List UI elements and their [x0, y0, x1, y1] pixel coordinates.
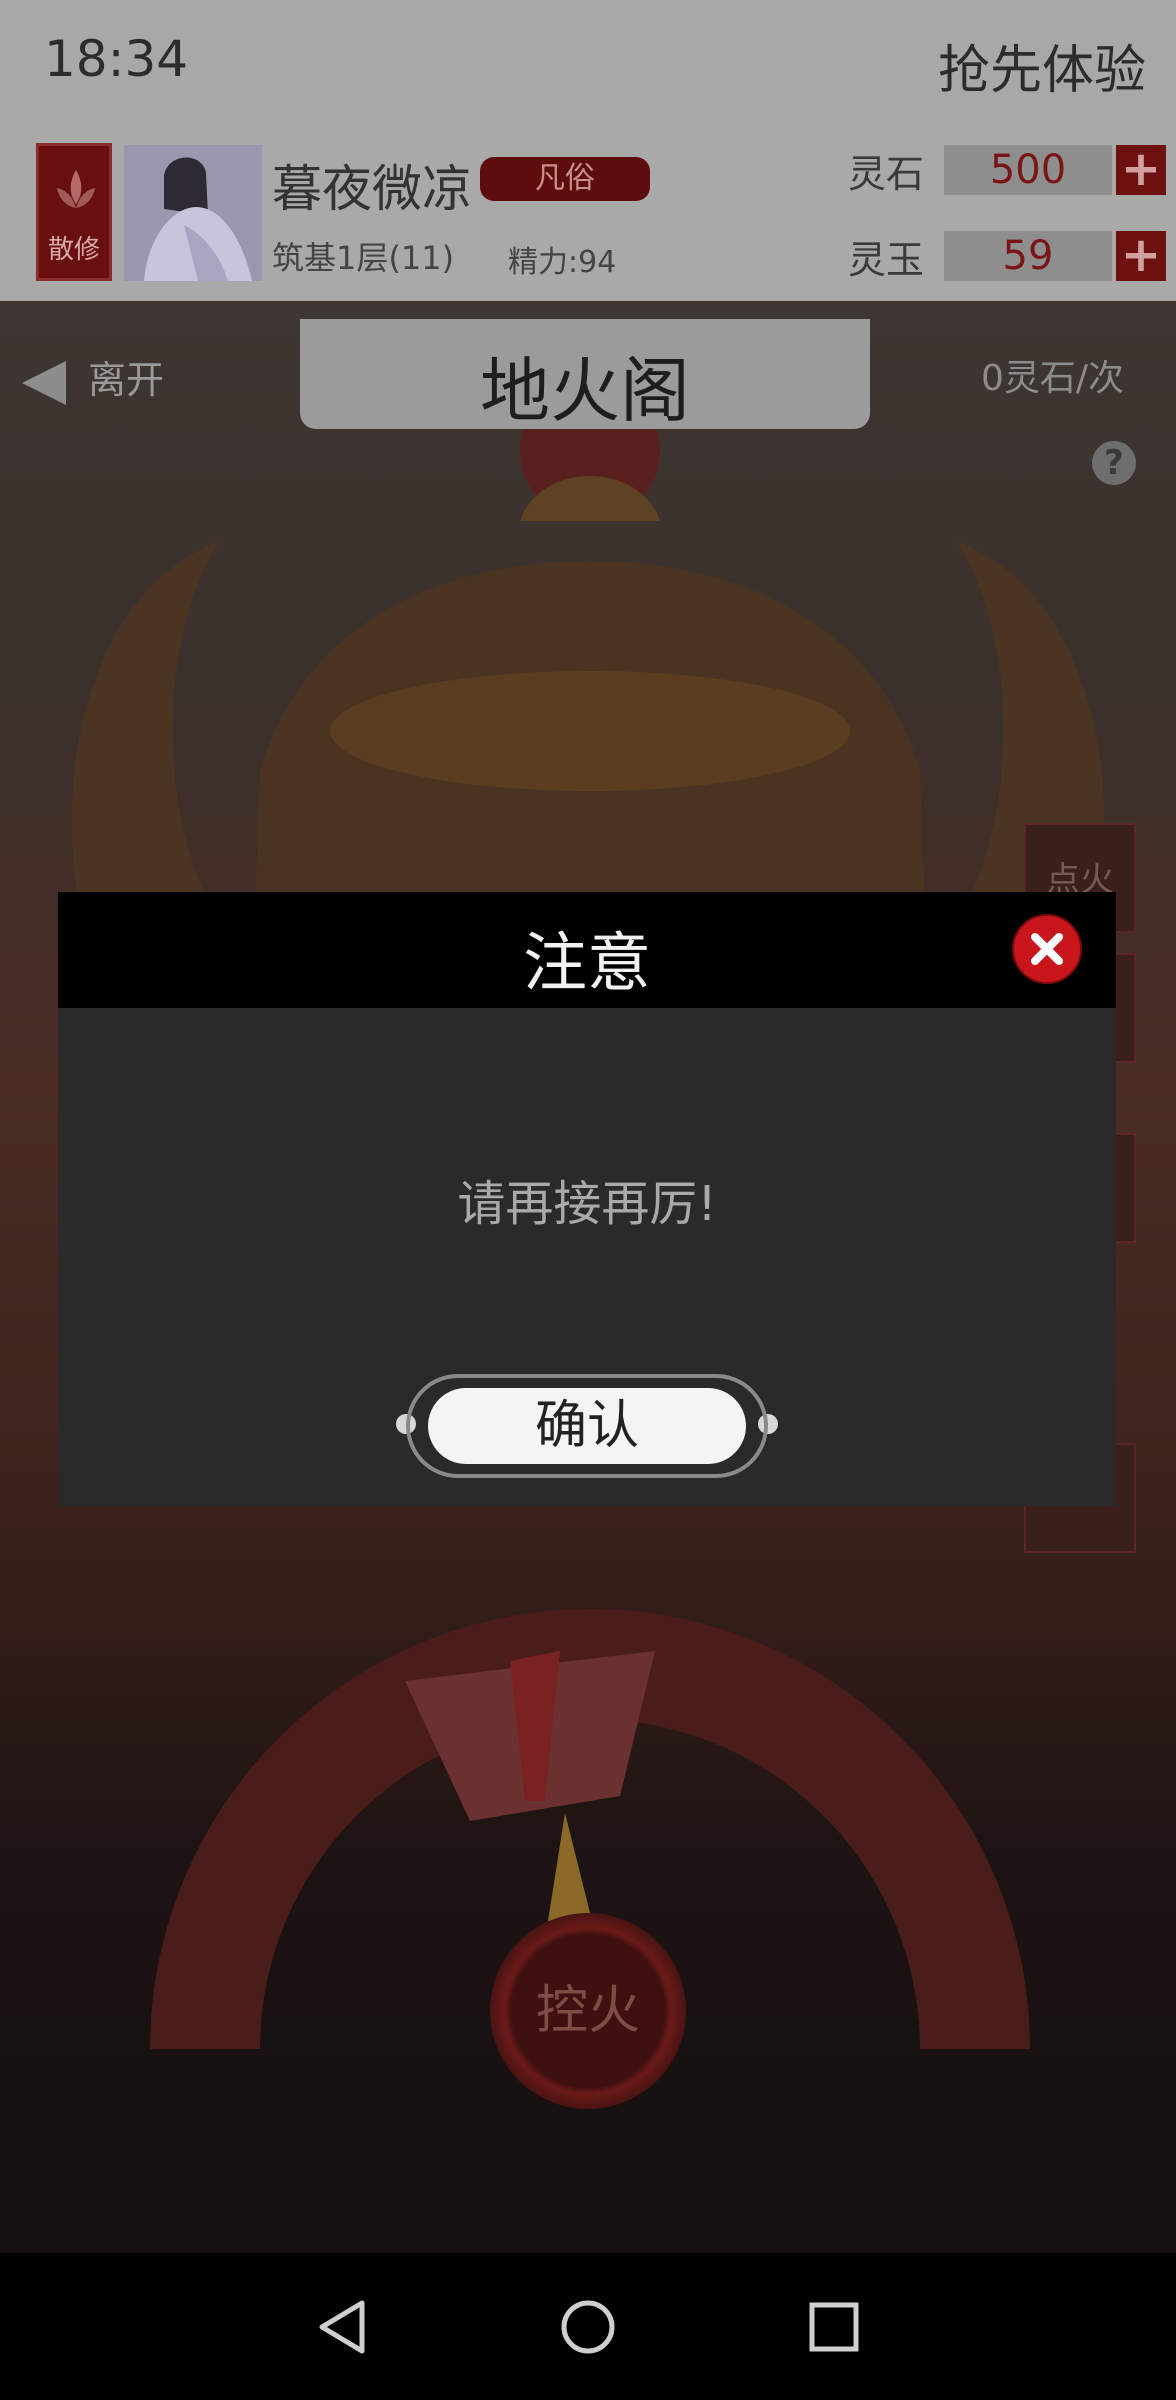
- scene-title-plaque: 地火阁: [300, 319, 870, 432]
- confirm-button[interactable]: 确认: [428, 1388, 746, 1464]
- character-portrait: [124, 145, 262, 281]
- avatar[interactable]: [124, 145, 262, 281]
- home-nav-icon[interactable]: [558, 2297, 618, 2357]
- recents-nav-icon[interactable]: [804, 2297, 864, 2357]
- notice-dialog: 注意 请再接再厉! 确认: [58, 892, 1116, 1506]
- add-spirit-jade-button[interactable]: +: [1116, 231, 1166, 281]
- lotus-icon: [57, 170, 95, 208]
- plus-icon: +: [1120, 141, 1162, 197]
- cultivation-realm: 筑基1层(11): [272, 239, 455, 277]
- close-button[interactable]: [1012, 914, 1082, 984]
- status-bar: 18:34 抢先体验: [0, 0, 1176, 125]
- leave-button[interactable]: 离开: [22, 349, 164, 405]
- rank-badge: 凡俗: [480, 157, 650, 201]
- dialog-message: 请再接再厉!: [457, 1176, 717, 1232]
- confirm-button-frame: 确认: [406, 1374, 768, 1478]
- spirit-stone-value: 500: [944, 145, 1112, 195]
- sect-badge[interactable]: 散修: [36, 143, 112, 281]
- dialog-title: 注意: [523, 927, 651, 1001]
- back-nav-icon[interactable]: [312, 2297, 372, 2357]
- player-name: 暮夜微凉: [272, 160, 472, 218]
- help-icon[interactable]: ?: [1092, 441, 1136, 485]
- early-access-link[interactable]: 抢先体验: [938, 28, 1146, 103]
- back-arrow-icon: [22, 360, 66, 405]
- system-nav-bar: [0, 2253, 1176, 2400]
- spirit-stone-label: 灵石: [848, 152, 925, 196]
- dialog-header: 注意: [58, 892, 1116, 1008]
- plus-icon: +: [1120, 227, 1162, 283]
- add-spirit-stone-button[interactable]: +: [1116, 145, 1166, 195]
- player-info-bar: 散修 暮夜微凉 凡俗 筑基1层(11) 精力:94 灵石 500 + 灵玉 59…: [0, 125, 1176, 301]
- leave-label: 离开: [88, 358, 165, 402]
- spirit-jade-value: 59: [944, 231, 1112, 281]
- spirit-jade-label: 灵玉: [848, 238, 925, 282]
- cost-per-use: 0灵石/次: [980, 358, 1124, 399]
- scene-title: 地火阁: [480, 350, 690, 432]
- energy-value: 精力:94: [508, 245, 617, 280]
- control-fire-button[interactable]: 控火: [490, 1913, 686, 2109]
- sect-label: 散修: [47, 235, 100, 265]
- close-icon: [1031, 933, 1063, 965]
- status-time: 18:34: [44, 30, 189, 88]
